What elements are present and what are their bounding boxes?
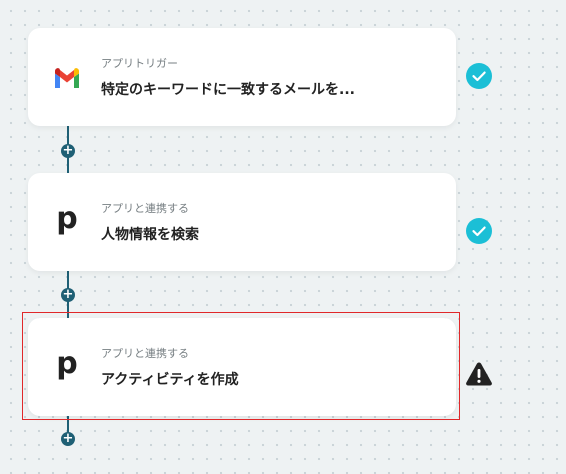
check-circle-icon — [466, 218, 492, 244]
p-app-icon: p — [56, 346, 78, 381]
flow-step-card-search-person[interactable]: p アプリと連携する 人物情報を検索 — [28, 173, 456, 271]
add-step-button[interactable]: + — [61, 288, 75, 302]
p-app-icon: p — [56, 201, 78, 236]
check-circle-icon — [466, 63, 492, 89]
step-type-label: アプリトリガー — [101, 57, 178, 70]
step-title: アクティビティを作成 — [101, 372, 239, 388]
warning-triangle-icon — [466, 362, 492, 386]
gmail-logo-icon — [52, 63, 82, 91]
step-type-label: アプリと連携する — [101, 347, 189, 360]
flow-step-card-trigger[interactable]: アプリトリガー 特定のキーワードに一致するメールを... — [28, 28, 456, 126]
step-type-label: アプリと連携する — [101, 202, 189, 215]
step-title: 特定のキーワードに一致するメールを... — [101, 82, 355, 98]
add-step-button[interactable]: + — [61, 432, 75, 446]
flow-step-card-create-activity[interactable]: p アプリと連携する アクティビティを作成 — [28, 318, 456, 416]
add-step-button[interactable]: + — [61, 144, 75, 158]
step-title: 人物情報を検索 — [101, 227, 199, 243]
